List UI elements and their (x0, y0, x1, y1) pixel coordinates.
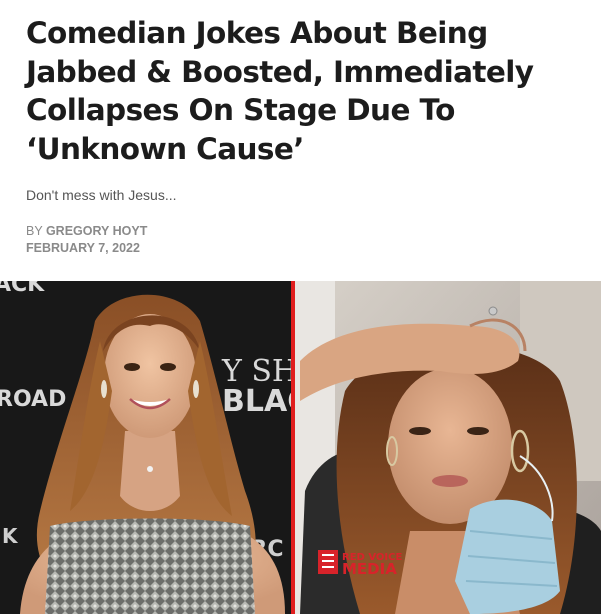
byline-prefix: BY (26, 224, 43, 238)
backdrop-text: ACK (0, 281, 45, 297)
article-headline: Comedian Jokes About Being Jabbed & Boos… (26, 14, 586, 168)
red-voice-media-watermark: RED VOICE MEDIA (318, 550, 402, 578)
backdrop-text: K (2, 524, 19, 548)
byline: BY GREGORY HOYT FEBRUARY 7, 2022 (26, 223, 147, 257)
hero-image: ACK Y SH ROAD BLACI K NRC (0, 281, 601, 614)
backdrop-text: ROAD (0, 387, 66, 412)
article-dek: Don't mess with Jesus... (26, 187, 177, 203)
headline-line: Comedian Jokes About Being (26, 16, 488, 50)
article-header: Comedian Jokes About Being Jabbed & Boos… (26, 14, 586, 168)
headline-line: Jabbed & Boosted, Immediately (26, 54, 534, 89)
left-photo: ACK Y SH ROAD BLACI K NRC (0, 281, 320, 614)
headline-line: ‘Unknown Cause’ (26, 131, 305, 166)
right-photo: RED VOICE MEDIA (295, 281, 601, 614)
photo-divider (291, 281, 295, 614)
author-link[interactable]: GREGORY HOYT (46, 224, 147, 238)
headline-line: Collapses On Stage Due To (26, 93, 455, 127)
watermark-line2: MEDIA (342, 560, 397, 578)
publish-date: FEBRUARY 7, 2022 (26, 241, 140, 255)
